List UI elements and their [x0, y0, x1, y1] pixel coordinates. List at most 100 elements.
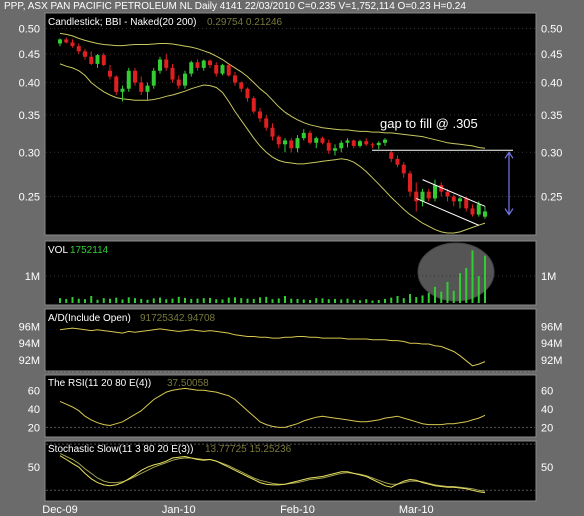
price-ytick-right: 0.35	[541, 110, 562, 122]
volume-bar	[459, 273, 461, 303]
volume-bar	[334, 298, 336, 303]
candle-body	[139, 82, 144, 92]
volume-ytick-right: 1M	[541, 271, 556, 283]
ad-ytick-right: 96M	[541, 321, 562, 333]
candle-body	[376, 142, 381, 146]
volume-bar	[440, 291, 443, 303]
chart-window: { "header": { "text": "PPP, ASX PAN PACI…	[0, 0, 584, 516]
candle-body	[289, 140, 294, 149]
volume-bar	[184, 297, 186, 303]
rsi-ytick-right: 60	[541, 385, 553, 397]
volume-bar	[471, 250, 474, 303]
volume-bar	[115, 297, 118, 303]
price-ytick-left: 0.45	[19, 49, 40, 61]
price-ytick-left: 0.35	[19, 110, 40, 122]
candle-body	[208, 60, 212, 66]
candle-body	[251, 98, 256, 112]
stoch-panel-label: Stochastic Slow(11 3 80 20 E(3))	[48, 444, 193, 455]
candle-body	[464, 198, 469, 209]
candle-body	[383, 139, 387, 143]
rsi-ytick-right: 20	[541, 422, 553, 434]
ad-ytick-left: 96M	[19, 321, 40, 333]
volume-bar	[465, 267, 468, 303]
volume-bar	[234, 297, 236, 303]
volume-bar	[240, 298, 243, 303]
price-ytick-right: 0.50	[541, 24, 562, 36]
rsi-ytick-left: 60	[28, 385, 40, 397]
volume-bar	[196, 298, 199, 303]
ad-ytick-right: 94M	[541, 338, 562, 350]
candle-body	[451, 196, 456, 202]
candle-body	[158, 59, 162, 71]
candle-body	[101, 55, 106, 66]
gap-annotation: gap to fill @ .305	[380, 116, 478, 131]
volume-bar	[90, 295, 93, 303]
candle-body	[414, 191, 419, 202]
volume-bar	[284, 295, 286, 303]
volume-bar	[309, 300, 311, 303]
volume-panel-readout: 1752114	[70, 245, 109, 256]
volume-bar	[359, 300, 361, 303]
price-ytick-right: 0.25	[541, 191, 562, 203]
candle-body	[295, 138, 300, 149]
volume-bar	[371, 300, 374, 303]
price-ytick-left: 0.30	[19, 147, 40, 159]
candle-body	[220, 65, 225, 74]
volume-bar	[365, 299, 368, 303]
volume-bar	[127, 297, 130, 303]
candle-body	[408, 173, 412, 192]
volume-bar	[446, 281, 449, 303]
volume-bar	[109, 298, 111, 303]
candle-body	[433, 185, 437, 199]
rsi-panel-readout: 37.50058	[167, 378, 209, 389]
price-ytick-right: 0.30	[541, 147, 562, 159]
candle-body	[76, 46, 81, 52]
volume-bar	[59, 298, 61, 303]
price-ytick-left: 0.50	[19, 24, 40, 36]
volume-bar	[252, 298, 255, 303]
candle-body	[58, 39, 62, 44]
candle-body	[89, 56, 94, 64]
volume-bar	[434, 286, 436, 303]
candle-body	[458, 198, 462, 202]
stoch-ytick-right: 50	[541, 462, 553, 474]
candle-body	[114, 76, 119, 92]
rsi-ytick-left: 40	[28, 404, 40, 416]
price-panel-label: Candlestick; BBI - Naked(20 200)	[48, 17, 196, 28]
candle-body	[201, 60, 206, 68]
price-ytick-right: 0.40	[541, 78, 562, 90]
volume-bar	[221, 299, 224, 303]
volume-bar	[352, 299, 355, 303]
volume-ytick-left: 1M	[25, 271, 40, 283]
candle-body	[245, 88, 250, 99]
candle-body	[170, 67, 175, 80]
candle-body	[64, 39, 69, 43]
volume-bar	[209, 297, 211, 303]
candle-body	[233, 75, 237, 83]
candle-body	[189, 62, 194, 74]
candle-body	[345, 140, 350, 143]
volume-bar	[484, 255, 486, 303]
candle-body	[226, 65, 231, 76]
volume-bar	[377, 300, 380, 303]
volume-bar	[421, 295, 424, 303]
volume-bar	[159, 297, 161, 303]
volume-bar	[215, 299, 218, 303]
volume-bar	[321, 298, 324, 303]
candle-body	[370, 144, 375, 146]
candle-body	[351, 140, 356, 146]
candle-body	[120, 88, 125, 92]
stoch-ytick-left: 50	[28, 462, 40, 474]
candle-body	[239, 82, 244, 89]
volume-bar	[346, 298, 349, 303]
candle-body	[476, 204, 481, 215]
price-ytick-right: 0.45	[541, 49, 562, 61]
volume-bar	[396, 295, 399, 303]
candle-body	[108, 70, 112, 77]
candle-body	[176, 79, 181, 86]
volume-bar	[384, 298, 386, 303]
candle-body	[401, 164, 406, 174]
candle-body	[95, 55, 100, 64]
candle-body	[126, 70, 131, 89]
ad-panel-readout: 91725342.94708	[140, 313, 216, 324]
